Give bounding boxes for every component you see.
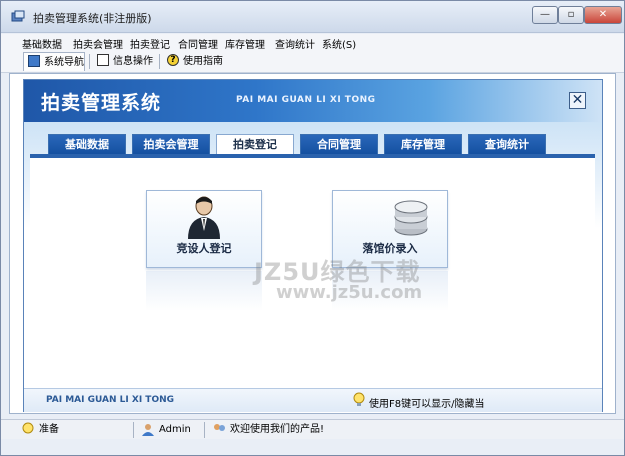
menu-system[interactable]: 系统(S): [322, 36, 356, 51]
nav-label: 系统导航: [44, 57, 84, 68]
status-welcome-text: 欢迎使用我们的产品!: [230, 424, 325, 435]
window-title: 拍卖管理系统(非注册版): [33, 12, 152, 25]
tab-basic-data[interactable]: 基础数据: [48, 134, 126, 155]
footer-pinyin: PAI MAI GUAN LI XI TONG: [46, 395, 175, 405]
maximize-button[interactable]: ▫: [558, 6, 584, 24]
system-pinyin: PAI MAI GUAN LI XI TONG: [236, 95, 376, 105]
lightbulb-icon: [353, 392, 365, 406]
close-icon[interactable]: ✕: [569, 92, 586, 109]
tab-inventory[interactable]: 库存管理: [384, 134, 462, 155]
watermark-url: www.jz5u.com: [276, 282, 423, 303]
bidder-registration-label: 竞设人登记: [176, 242, 232, 255]
app-window: 拍卖管理系统(非注册版) — ▫ ✕ 基础数据 拍卖会管理 拍卖登记 合同管理 …: [0, 0, 625, 456]
status-user-text: Admin: [159, 424, 191, 435]
menu-bar: 基础数据 拍卖会管理 拍卖登记 合同管理 库存管理 查询统计 系统(S): [1, 34, 624, 51]
app-icon: [11, 10, 25, 22]
database-icon: [394, 200, 428, 236]
info-button[interactable]: 信息操作: [93, 52, 155, 71]
toolbar-separator: [159, 54, 160, 69]
status-ready: 准备: [21, 422, 59, 438]
minimize-button[interactable]: —: [532, 6, 558, 24]
monitor-icon: [28, 55, 40, 67]
menu-auction-registration[interactable]: 拍卖登记: [130, 36, 170, 51]
status-bar: 准备 Admin 欢迎使用我们的产品!: [1, 419, 624, 439]
help-button[interactable]: ? 使用指南: [163, 52, 227, 71]
help-label: 使用指南: [183, 56, 223, 67]
tab-auction-registration[interactable]: 拍卖登记: [216, 134, 294, 156]
panel-footer: PAI MAI GUAN LI XI TONG 使用F8键可以显示/隐藏当: [24, 388, 602, 412]
main-panel: 拍卖管理系统 PAI MAI GUAN LI XI TONG ✕ 基础数据 拍卖…: [23, 79, 603, 412]
toolbar: 系统导航 信息操作 ? 使用指南: [1, 51, 624, 73]
user-icon: [142, 424, 154, 436]
users-icon: [214, 424, 225, 431]
menu-basic-data[interactable]: 基础数据: [22, 36, 62, 51]
tab-query[interactable]: 查询统计: [468, 134, 546, 155]
menu-query[interactable]: 查询统计: [275, 36, 315, 51]
document-icon: [97, 54, 109, 66]
card-reflection: [146, 271, 262, 311]
close-window-button[interactable]: ✕: [584, 6, 622, 24]
tab-contract[interactable]: 合同管理: [300, 134, 378, 155]
info-label: 信息操作: [113, 56, 153, 67]
client-area: 拍卖管理系统 PAI MAI GUAN LI XI TONG ✕ 基础数据 拍卖…: [9, 73, 616, 414]
banner: 拍卖管理系统 PAI MAI GUAN LI XI TONG ✕: [24, 80, 602, 122]
status-ready-text: 准备: [39, 424, 59, 435]
bidder-registration-card[interactable]: 竞设人登记: [146, 190, 262, 311]
lightbulb-icon: [22, 422, 34, 434]
system-title: 拍卖管理系统: [41, 92, 162, 114]
status-divider: [204, 422, 205, 438]
menu-contract[interactable]: 合同管理: [178, 36, 218, 51]
help-icon: ?: [167, 54, 179, 66]
status-divider: [133, 422, 134, 438]
toolbar-separator: [89, 54, 90, 69]
nav-tab-button[interactable]: 系统导航: [23, 52, 85, 71]
person-icon: [188, 196, 220, 239]
footer-tip: 使用F8键可以显示/隐藏当: [369, 399, 485, 410]
content-area: 基础数据 拍卖会管理 拍卖登记 合同管理 库存管理 查询统计 竞设人登记 落馆价…: [24, 122, 602, 388]
menu-auction-meeting[interactable]: 拍卖会管理: [73, 36, 123, 51]
tab-auction-meeting[interactable]: 拍卖会管理: [132, 134, 210, 155]
status-user: Admin: [141, 422, 191, 438]
status-welcome: 欢迎使用我们的产品!: [212, 422, 324, 438]
title-bar: 拍卖管理系统(非注册版) — ▫ ✕: [1, 1, 624, 33]
menu-inventory[interactable]: 库存管理: [225, 36, 265, 51]
